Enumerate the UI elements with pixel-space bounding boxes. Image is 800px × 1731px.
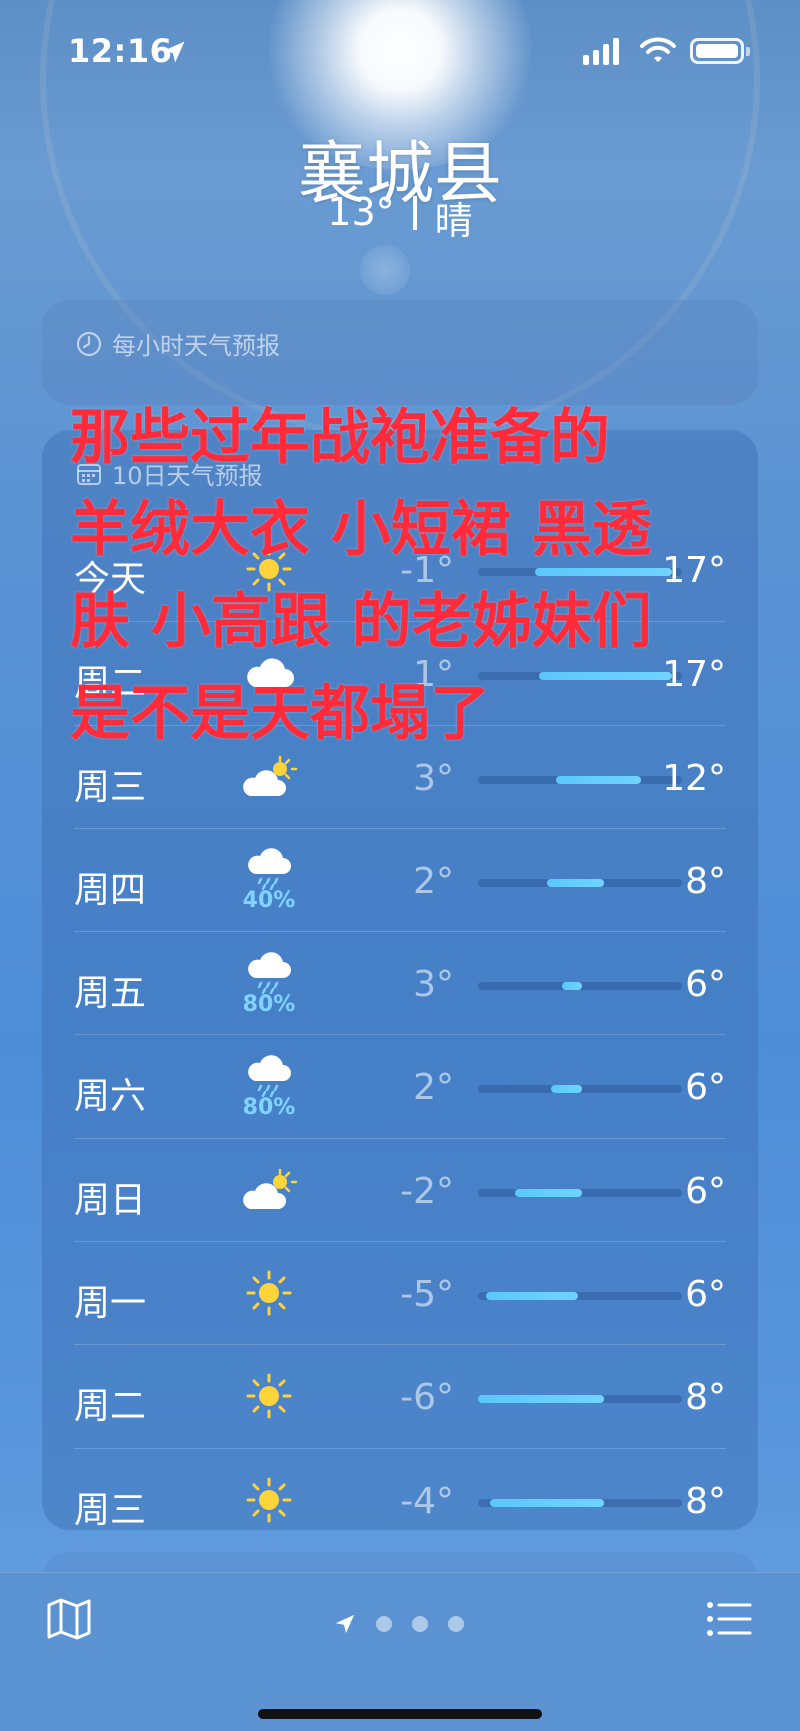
sun-icon <box>234 1359 304 1433</box>
temp-range-fill <box>561 982 583 991</box>
overlay-line: 那些过年战袍准备的 <box>70 403 610 473</box>
battery-tip <box>746 47 750 56</box>
overlay-line: 羊绒大衣 小短裙 黑透 <box>70 495 652 565</box>
location-arrow-icon <box>163 41 185 63</box>
sun-icon <box>234 1256 304 1330</box>
forecast-row[interactable]: 周日 -2° 6° <box>74 1137 726 1241</box>
forecast-row[interactable]: 周二 -6° 8° <box>74 1344 726 1447</box>
high-temp: 8° <box>685 1480 726 1522</box>
rain-icon: 80% <box>234 1049 304 1123</box>
low-temp: 2° <box>413 860 454 902</box>
summary-divider <box>412 196 417 230</box>
high-temp: 12° <box>662 757 726 799</box>
map-icon[interactable] <box>46 1597 92 1641</box>
temp-range-bar <box>478 1395 682 1404</box>
forecast-day: 周一 <box>74 1283 147 1325</box>
precip-chance: 80% <box>242 991 296 1017</box>
forecast-row[interactable]: 周六 80% 2° 6° <box>74 1034 726 1137</box>
high-temp: 6° <box>685 1067 726 1109</box>
current-location-icon[interactable] <box>334 1613 356 1635</box>
temp-range-bar <box>478 775 682 784</box>
forecast-row[interactable]: 周三 -4° 8° <box>74 1447 726 1551</box>
hourly-forecast-card[interactable]: 每小时天气预报 <box>42 300 758 405</box>
temp-range-bar <box>478 982 682 991</box>
status-bar: 12:16 <box>0 0 800 110</box>
page-indicator[interactable] <box>334 1613 464 1635</box>
forecast-day: 周二 <box>74 1386 147 1428</box>
battery-icon <box>690 38 744 64</box>
partly-cloudy-icon <box>234 1153 304 1227</box>
low-temp: -5° <box>400 1274 454 1316</box>
high-temp: 6° <box>685 964 726 1006</box>
precip-chance: 40% <box>242 888 296 914</box>
lens-flare <box>360 245 410 295</box>
forecast-day: 周三 <box>74 766 147 808</box>
current-condition: 晴 <box>434 199 473 243</box>
forecast-day: 周四 <box>74 869 147 911</box>
temp-range-bar <box>478 1188 682 1197</box>
forecast-row[interactable]: 周四 40% 2° 8° <box>74 827 726 931</box>
low-temp: -4° <box>400 1480 454 1522</box>
hourly-title: 每小时天气预报 <box>112 332 280 360</box>
low-temp: 3° <box>413 757 454 799</box>
temp-range-fill <box>478 1395 605 1404</box>
sun-icon <box>234 1463 304 1537</box>
rain-icon: 80% <box>234 946 304 1020</box>
low-temp: 3° <box>413 964 454 1006</box>
low-temp: -2° <box>400 1170 454 1212</box>
temp-range-fill <box>551 1085 583 1094</box>
temp-range-fill <box>514 1188 583 1197</box>
cellular-signal-icon <box>583 37 619 65</box>
overlay-caption: 那些过年战袍准备的 羊绒大衣 小短裙 黑透 肤 小高跟 的老姊妹们 是不是天都塌… <box>70 392 750 760</box>
forecast-row[interactable]: 周一 -5° 6° <box>74 1241 726 1344</box>
page-dot[interactable] <box>448 1616 464 1632</box>
page-dot[interactable] <box>376 1616 392 1632</box>
precip-chance: 80% <box>242 1094 296 1120</box>
temp-range-fill <box>547 878 605 887</box>
high-temp: 8° <box>685 860 726 902</box>
temp-range-bar <box>478 1292 682 1301</box>
low-temp: -6° <box>400 1377 454 1419</box>
clock-icon <box>76 331 102 356</box>
forecast-day: 周日 <box>74 1179 147 1221</box>
forecast-day: 周三 <box>74 1489 147 1531</box>
status-time: 12:16 <box>68 32 173 70</box>
forecast-day: 周五 <box>74 973 147 1015</box>
temp-range-fill <box>490 1498 605 1507</box>
list-icon[interactable] <box>706 1599 752 1639</box>
temp-range-bar <box>478 878 682 887</box>
current-summary: 13° 晴 <box>0 190 800 245</box>
temp-range-fill <box>486 1292 578 1301</box>
wifi-icon <box>640 37 676 62</box>
temp-range-bar <box>478 1085 682 1094</box>
low-temp: 2° <box>413 1067 454 1109</box>
temp-range-bar <box>478 1498 682 1507</box>
overlay-line: 肤 小高跟 的老姊妹们 <box>70 587 652 657</box>
home-indicator[interactable] <box>258 1709 542 1719</box>
high-temp: 8° <box>685 1377 726 1419</box>
current-temp: 13° <box>327 190 395 234</box>
rain-icon: 40% <box>234 843 304 917</box>
forecast-row[interactable]: 周五 80% 3° 6° <box>74 931 726 1034</box>
page-dot[interactable] <box>412 1616 428 1632</box>
overlay-line: 是不是天都塌了 <box>70 679 490 749</box>
high-temp: 6° <box>685 1170 726 1212</box>
high-temp: 6° <box>685 1274 726 1316</box>
bottom-toolbar <box>0 1572 800 1731</box>
forecast-day: 周六 <box>74 1076 147 1118</box>
temp-range-fill <box>555 775 642 784</box>
